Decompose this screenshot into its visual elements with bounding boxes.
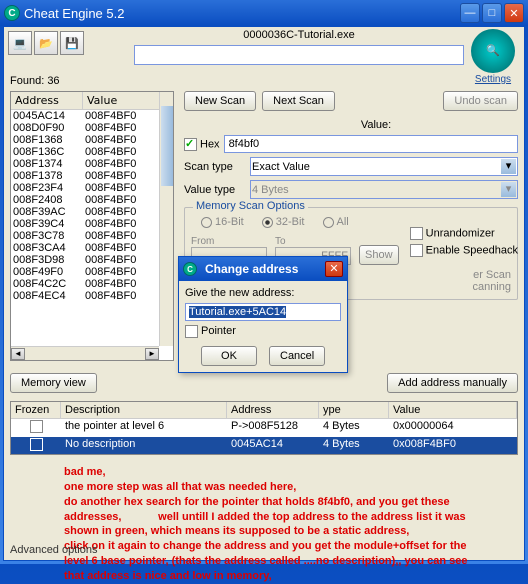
found-count: Found: 36 [10, 75, 60, 87]
col-address[interactable]: Address [11, 92, 83, 109]
found-address-list[interactable]: Address Value 0045AC14008F4BF0008D0F9000… [10, 91, 174, 361]
open-file-button[interactable]: 📂 [34, 31, 58, 55]
address-row[interactable]: 008F1378008F4BF0 [11, 170, 173, 182]
progress-bar [134, 45, 464, 65]
logo-area: 🔍 Settings [468, 29, 518, 89]
address-input[interactable]: Tutorial.exe+5AC14 [185, 303, 341, 321]
memory-view-button[interactable]: Memory view [10, 373, 97, 393]
show-button[interactable]: Show [359, 245, 399, 265]
change-address-dialog: C Change address ✕ Give the new address:… [178, 256, 348, 373]
col-value[interactable]: Value [389, 402, 517, 418]
ok-button[interactable]: OK [201, 346, 257, 366]
app-icon: C [4, 5, 20, 21]
chevron-down-icon: ▾ [501, 159, 516, 174]
scroll-thumb[interactable] [161, 106, 173, 186]
address-row[interactable]: 008F1374008F4BF0 [11, 158, 173, 170]
address-row[interactable]: 008F49F0008F4BF0 [11, 266, 173, 278]
cheat-table-header: Frozen Description Address ype Value [11, 402, 517, 419]
pointer-checkbox[interactable]: Pointer [185, 325, 236, 337]
hex-checkbox[interactable]: Hex [184, 138, 220, 151]
new-scan-button[interactable]: New Scan [184, 91, 256, 111]
address-row[interactable]: 008F39AC008F4BF0 [11, 206, 173, 218]
address-row[interactable]: 008F1368008F4BF0 [11, 134, 173, 146]
dialog-prompt: Give the new address: [185, 287, 341, 299]
address-row[interactable]: 008F2408008F4BF0 [11, 194, 173, 206]
dialog-icon: C [183, 262, 197, 276]
minimize-button[interactable]: — [460, 3, 480, 23]
table-row[interactable]: No description0045AC144 Bytes0x008F4BF0 [11, 437, 517, 455]
address-list-header: Address Value [11, 92, 173, 110]
speedhack-checkbox[interactable]: Enable Speedhack [410, 244, 518, 257]
col-type[interactable]: ype [319, 402, 389, 418]
address-row[interactable]: 008F4C2C008F4BF0 [11, 278, 173, 290]
col-frozen[interactable]: Frozen [11, 402, 61, 418]
cheat-table[interactable]: Frozen Description Address ype Value the… [10, 401, 518, 455]
settings-link[interactable]: Settings [475, 74, 511, 85]
address-row[interactable]: 008F136C008F4BF0 [11, 146, 173, 158]
to-label: To [275, 236, 351, 247]
value-label: Value: [234, 119, 518, 131]
undo-scan-button[interactable]: Undo scan [443, 91, 518, 111]
address-row[interactable]: 008F23F4008F4BF0 [11, 182, 173, 194]
process-name: 0000036C-Tutorial.exe [134, 29, 464, 41]
col-address[interactable]: Address [227, 402, 319, 418]
value-type-label: Value type [184, 184, 246, 196]
chevron-down-icon: ▾ [501, 182, 516, 197]
dialog-titlebar[interactable]: C Change address ✕ [179, 257, 347, 281]
radio-all[interactable]: All [323, 216, 349, 228]
address-row[interactable]: 008F39C4008F4BF0 [11, 218, 173, 230]
maximize-button[interactable]: □ [482, 3, 502, 23]
side-options: Unrandomizer Enable Speedhack [410, 227, 518, 257]
dialog-title: Change address [205, 262, 321, 276]
col-description[interactable]: Description [61, 402, 227, 418]
close-button[interactable]: ✕ [504, 3, 524, 23]
address-row[interactable]: 008F3C78008F4BF0 [11, 230, 173, 242]
mso-title: Memory Scan Options [193, 200, 308, 212]
address-row[interactable]: 008F3CA4008F4BF0 [11, 242, 173, 254]
next-scan-button[interactable]: Next Scan [262, 91, 335, 111]
address-row[interactable]: 0045AC14008F4BF0 [11, 110, 173, 122]
radio-16bit[interactable]: 16-Bit [201, 216, 244, 228]
scan-type-select[interactable]: Exact Value▾ [250, 157, 518, 176]
value-input[interactable] [224, 135, 518, 153]
tutorial-notes: bad me, one more step was all that was n… [64, 465, 518, 584]
open-process-button[interactable]: 💻 [8, 31, 32, 55]
address-list-body[interactable]: 0045AC14008F4BF0008D0F90008F4BF0008F1368… [11, 110, 173, 360]
address-row[interactable]: 008F4EC4008F4BF0 [11, 290, 173, 302]
check-icon [184, 138, 197, 151]
vertical-scrollbar[interactable] [159, 92, 173, 346]
window-title: Cheat Engine 5.2 [24, 6, 460, 21]
titlebar: C Cheat Engine 5.2 — □ ✕ [0, 0, 528, 26]
save-button[interactable]: 💾 [60, 31, 84, 55]
unrandomizer-checkbox[interactable]: Unrandomizer [410, 227, 518, 240]
add-address-manually-button[interactable]: Add address manually [387, 373, 518, 393]
address-row[interactable]: 008F3D98008F4BF0 [11, 254, 173, 266]
cheat-engine-logo: 🔍 [471, 29, 515, 73]
scan-type-label: Scan type [184, 161, 246, 173]
radio-32bit[interactable]: 32-Bit [262, 216, 305, 228]
from-label: From [191, 236, 267, 247]
cancel-button[interactable]: Cancel [269, 346, 325, 366]
horizontal-scrollbar[interactable]: ◄ ► [11, 346, 159, 360]
address-row[interactable]: 008D0F90008F4BF0 [11, 122, 173, 134]
advanced-options[interactable]: Advanced options [10, 542, 97, 558]
scroll-left-button[interactable]: ◄ [11, 348, 25, 360]
dialog-close-button[interactable]: ✕ [325, 261, 343, 277]
table-row[interactable]: the pointer at level 6P->008F51284 Bytes… [11, 419, 517, 437]
scroll-right-button[interactable]: ► [145, 348, 159, 360]
value-type-select[interactable]: 4 Bytes▾ [250, 180, 518, 199]
